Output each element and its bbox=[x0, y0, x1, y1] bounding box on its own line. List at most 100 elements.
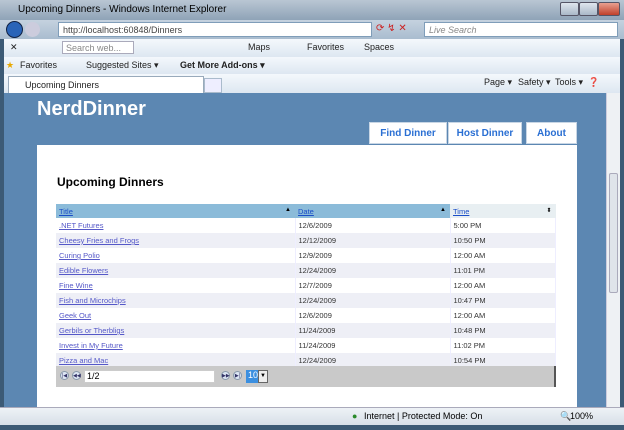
column-header-date[interactable]: Date ▲ bbox=[295, 204, 450, 218]
close-button[interactable] bbox=[598, 2, 620, 16]
tab-upcoming-dinners[interactable]: Upcoming Dinners bbox=[8, 76, 204, 93]
toolbar: ✕ Search web... Maps Favorites Spaces bbox=[4, 39, 620, 57]
tab-row: Upcoming Dinners Page ▾ Safety ▾ Tools ▾… bbox=[4, 74, 620, 93]
page-menu[interactable]: Page ▾ bbox=[484, 77, 512, 88]
cell-title: Edible Flowers bbox=[56, 263, 296, 278]
main-content: Upcoming Dinners Title ▲ Date ▲ Time ⬍ .NET… bbox=[37, 145, 577, 407]
cell-date: 12/24/2009 bbox=[295, 293, 451, 308]
status-bar: ● Internet | Protected Mode: On 🔍 100% bbox=[0, 407, 624, 425]
cell-title: Geek Out bbox=[56, 308, 296, 323]
prev-page-button[interactable]: ◀◀ bbox=[72, 371, 81, 380]
dinner-link[interactable]: Edible Flowers bbox=[59, 266, 108, 275]
column-header-title[interactable]: Title ▲ bbox=[56, 204, 295, 218]
cell-title: Gerbils or Therbligs bbox=[56, 323, 296, 338]
tools-menu[interactable]: Tools ▾ bbox=[555, 77, 583, 88]
globe-icon: ● bbox=[352, 411, 358, 421]
sort-none-icon: ⬍ bbox=[546, 208, 552, 214]
sort-asc-icon: ▲ bbox=[285, 207, 291, 213]
toolbar-favorites-button[interactable]: Favorites bbox=[307, 42, 344, 52]
zone-status: Internet | Protected Mode: On bbox=[364, 411, 483, 421]
star-icon: ★ bbox=[6, 60, 15, 70]
safety-menu[interactable]: Safety ▾ bbox=[518, 77, 551, 88]
cell-date: 12/24/2009 bbox=[295, 263, 451, 278]
suggested-sites-button[interactable]: Suggested Sites ▾ bbox=[86, 60, 159, 71]
cell-date: 12/6/2009 bbox=[295, 308, 451, 323]
page-title: Upcoming Dinners bbox=[57, 175, 164, 189]
dinner-link[interactable]: Invest in My Future bbox=[59, 341, 123, 350]
maximize-button[interactable] bbox=[579, 2, 598, 16]
cell-title: .NET Futures bbox=[56, 218, 296, 233]
help-icon[interactable]: ❓ bbox=[588, 77, 599, 88]
dinner-link[interactable]: Pizza and Mac bbox=[59, 356, 108, 365]
dinner-link[interactable]: .NET Futures bbox=[59, 221, 103, 230]
cell-time: 10:48 PM bbox=[450, 323, 556, 338]
cell-time: 11:02 PM bbox=[450, 338, 556, 353]
vertical-scrollbar[interactable] bbox=[606, 93, 620, 407]
cell-time: 12:00 AM bbox=[450, 248, 556, 263]
close-toolbar-icon[interactable]: ✕ bbox=[10, 42, 18, 53]
table-row: Fine Wine 12/7/2009 12:00 AM bbox=[56, 278, 556, 293]
sort-asc-icon: ▲ bbox=[440, 207, 446, 213]
nav-find-dinner[interactable]: Find Dinner bbox=[369, 122, 447, 144]
page-input[interactable]: 1/2 bbox=[84, 370, 215, 383]
window-title: Upcoming Dinners - Windows Internet Expl… bbox=[18, 4, 227, 15]
sort-date-link[interactable]: Date bbox=[298, 207, 314, 216]
minimize-button[interactable] bbox=[560, 2, 579, 16]
chevron-down-icon[interactable]: ▼ bbox=[258, 370, 268, 383]
cell-title: Fish and Microchips bbox=[56, 293, 296, 308]
table-row: Fish and Microchips 12/24/2009 10:47 PM bbox=[56, 293, 556, 308]
cell-date: 12/9/2009 bbox=[295, 248, 451, 263]
spaces-button[interactable]: Spaces bbox=[364, 42, 394, 52]
table-row: Curing Polio 12/9/2009 12:00 AM bbox=[56, 248, 556, 263]
cell-time: 10:50 PM bbox=[450, 233, 556, 248]
maps-button[interactable]: Maps bbox=[248, 42, 270, 52]
last-page-button[interactable]: ▶| bbox=[233, 371, 242, 380]
zoom-level[interactable]: 100% bbox=[570, 411, 593, 421]
cell-title: Invest in My Future bbox=[56, 338, 296, 353]
live-search-input[interactable]: Live Search bbox=[424, 22, 618, 37]
cell-date: 12/6/2009 bbox=[295, 218, 451, 233]
tab-label: Upcoming Dinners bbox=[25, 80, 100, 90]
nav-host-dinner[interactable]: Host Dinner bbox=[448, 122, 522, 144]
first-page-button[interactable]: |◀ bbox=[60, 371, 69, 380]
cell-date: 12/7/2009 bbox=[295, 278, 451, 293]
table-row: Invest in My Future 11/24/2009 11:02 PM bbox=[56, 338, 556, 353]
address-input[interactable]: http://localhost:60848/Dinners bbox=[58, 22, 372, 37]
dinner-link[interactable]: Curing Polio bbox=[59, 251, 100, 260]
dinner-link[interactable]: Fine Wine bbox=[59, 281, 93, 290]
cell-date: 11/24/2009 bbox=[295, 338, 451, 353]
title-bar: Upcoming Dinners - Windows Internet Expl… bbox=[0, 0, 624, 20]
cell-time: 12:00 AM bbox=[450, 308, 556, 323]
cell-time: 10:47 PM bbox=[450, 293, 556, 308]
back-button[interactable] bbox=[6, 21, 23, 38]
sort-title-link[interactable]: Title bbox=[59, 207, 73, 216]
table-row: Gerbils or Therbligs 11/24/2009 10:48 PM bbox=[56, 323, 556, 338]
dinner-link[interactable]: Cheesy Fries and Frogs bbox=[59, 236, 139, 245]
get-addons-button[interactable]: Get More Add-ons ▾ bbox=[180, 60, 265, 71]
forward-button[interactable] bbox=[25, 22, 40, 37]
cell-time: 5:00 PM bbox=[450, 218, 556, 233]
new-tab-button[interactable] bbox=[204, 78, 222, 93]
next-page-button[interactable]: ▶▶ bbox=[221, 371, 230, 380]
dinners-grid: Title ▲ Date ▲ Time ⬍ .NET Futures 12/6/2009… bbox=[56, 204, 556, 368]
cell-date: 12/12/2009 bbox=[295, 233, 451, 248]
cell-title: Fine Wine bbox=[56, 278, 296, 293]
cell-title: Cheesy Fries and Frogs bbox=[56, 233, 296, 248]
table-row: Geek Out 12/6/2009 12:00 AM bbox=[56, 308, 556, 323]
favorites-button[interactable]: Favorites bbox=[20, 60, 57, 70]
refresh-stop-buttons[interactable]: ⟳ ↯ ✕ bbox=[376, 23, 420, 37]
scrollbar-thumb[interactable] bbox=[609, 173, 618, 293]
web-search-input[interactable]: Search web... bbox=[62, 41, 134, 54]
cell-time: 12:00 AM bbox=[450, 278, 556, 293]
dinner-link[interactable]: Gerbils or Therbligs bbox=[59, 326, 124, 335]
sort-time-link[interactable]: Time bbox=[453, 207, 469, 216]
cell-date: 11/24/2009 bbox=[295, 323, 451, 338]
nav-about[interactable]: About bbox=[526, 122, 577, 144]
column-header-time[interactable]: Time ⬍ bbox=[450, 204, 556, 218]
dinner-link[interactable]: Fish and Microchips bbox=[59, 296, 126, 305]
table-row: Edible Flowers 12/24/2009 11:01 PM bbox=[56, 263, 556, 278]
favorites-bar: ★ Favorites Suggested Sites ▾ Get More A… bbox=[4, 57, 620, 74]
site-logo[interactable]: NerdDinner bbox=[37, 98, 146, 121]
table-row: Cheesy Fries and Frogs 12/12/2009 10:50 PM bbox=[56, 233, 556, 248]
dinner-link[interactable]: Geek Out bbox=[59, 311, 91, 320]
